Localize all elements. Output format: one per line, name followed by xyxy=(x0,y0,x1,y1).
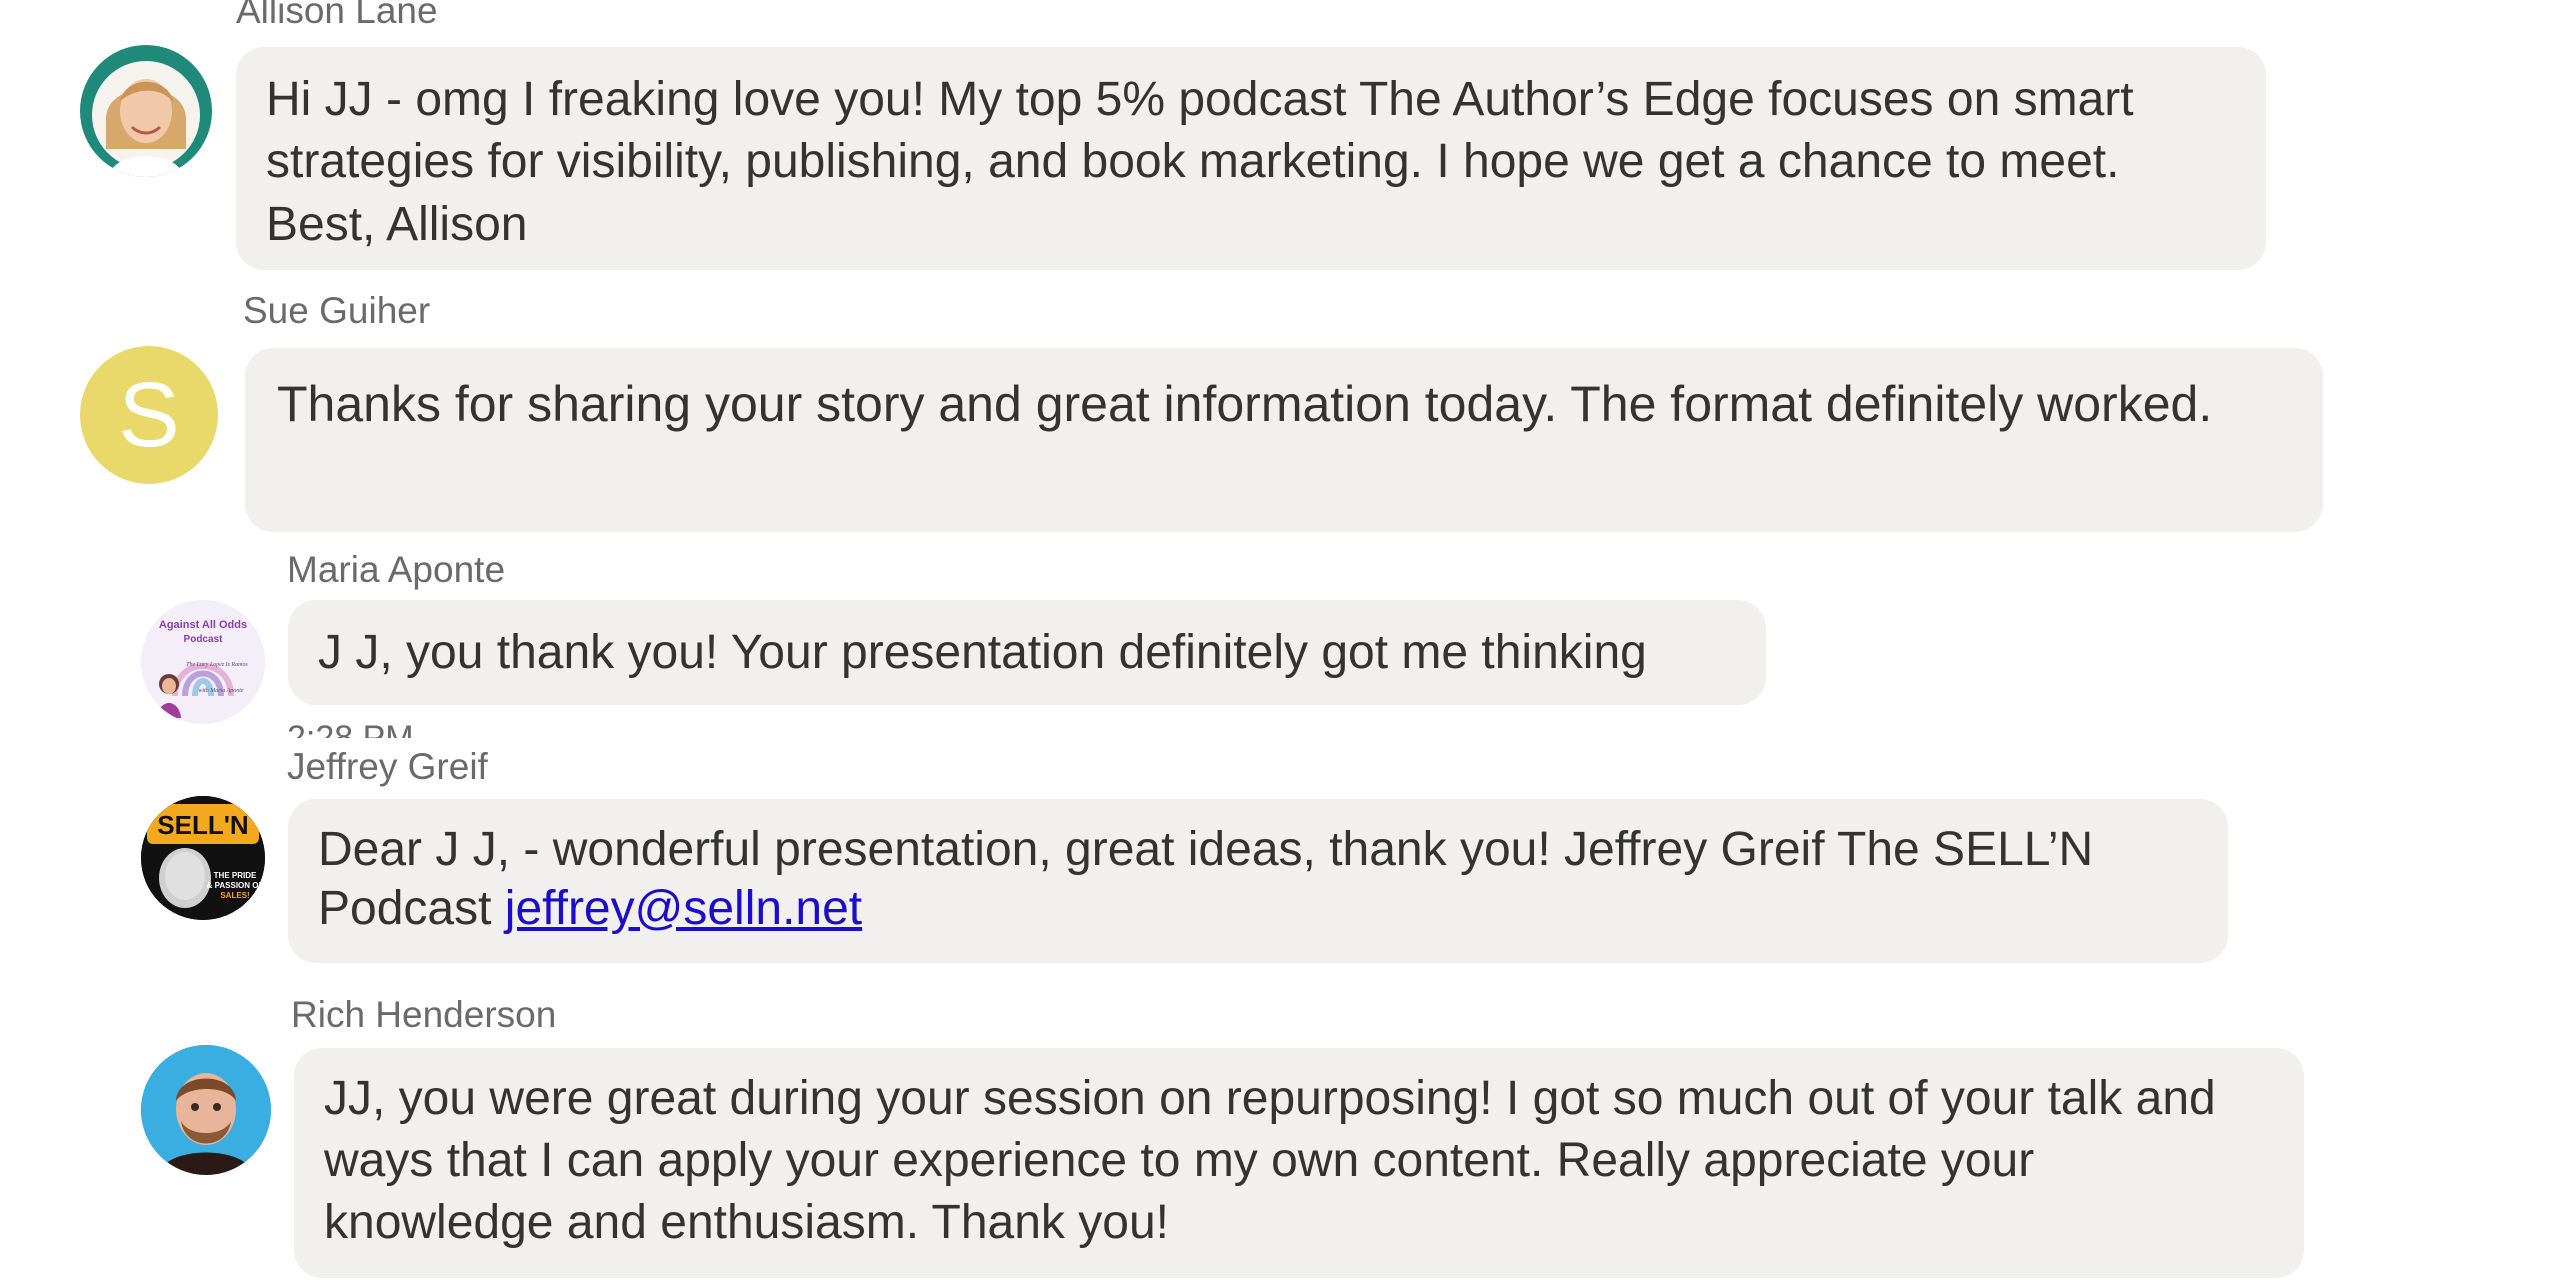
avatar-letter: S xyxy=(118,364,180,466)
avatar-sue-guiher[interactable]: S xyxy=(80,346,218,484)
message-bubble: JJ, you were great during your session o… xyxy=(294,1048,2304,1278)
sender-name: Maria Aponte xyxy=(287,549,506,590)
message-text: J J, you thank you! Your presentation de… xyxy=(318,626,1647,679)
sender-name: Allison Lane xyxy=(236,0,438,31)
allison-photo-icon xyxy=(80,45,212,177)
email-link[interactable]: jeffrey@selln.net xyxy=(505,882,862,935)
message-text: JJ, you were great during your session o… xyxy=(324,1072,2216,1249)
svg-text:Against All Odds: Against All Odds xyxy=(159,619,247,631)
avatar-maria-aponte[interactable]: Against All Odds Podcast The Lucy Lopez … xyxy=(141,600,265,724)
svg-text:with Maria Aponte: with Maria Aponte xyxy=(198,688,244,694)
sender-name: Jeffrey Greif xyxy=(287,746,488,787)
svg-text:Podcast: Podcast xyxy=(184,634,224,645)
sender-name: Rich Henderson xyxy=(291,994,557,1035)
avatar-jeffrey-greif[interactable]: SELL'N THE PRIDE & PASSION OF SALES! xyxy=(141,796,265,920)
avatar-rich-henderson[interactable] xyxy=(141,1045,271,1175)
message-text: Thanks for sharing your story and great … xyxy=(277,376,2213,432)
message-bubble: Thanks for sharing your story and great … xyxy=(245,348,2323,532)
message-timestamp: 2:28 PM xyxy=(287,725,487,738)
svg-text:The Lucy Lopez Is Ramos: The Lucy Lopez Is Ramos xyxy=(186,662,248,668)
svg-text:SALES!: SALES! xyxy=(220,891,249,900)
message-bubble: J J, you thank you! Your presentation de… xyxy=(288,600,1766,705)
svg-text:SELL'N: SELL'N xyxy=(157,810,248,840)
rich-photo-icon xyxy=(141,1045,271,1175)
selln-podcast-logo-icon: SELL'N THE PRIDE & PASSION OF SALES! xyxy=(141,796,265,920)
message-bubble: Hi JJ - omg I freaking love you! My top … xyxy=(236,47,2266,270)
svg-text:THE PRIDE: THE PRIDE xyxy=(214,871,257,880)
message-bubble: Dear J J, - wonderful presentation, grea… xyxy=(288,799,2228,963)
sender-name: Sue Guiher xyxy=(243,290,431,331)
svg-text:& PASSION OF: & PASSION OF xyxy=(207,881,264,890)
message-text: Hi JJ - omg I freaking love you! My top … xyxy=(266,73,2134,251)
avatar-allison-lane[interactable] xyxy=(80,45,212,177)
podcast-logo-icon: Against All Odds Podcast The Lucy Lopez … xyxy=(141,600,265,724)
